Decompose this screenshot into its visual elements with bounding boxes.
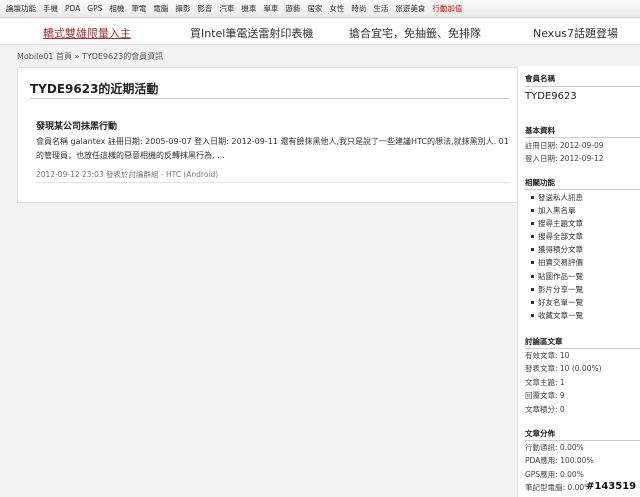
forum-heading: 討論區文章 <box>525 337 563 346</box>
function-link[interactable]: 收藏文章一覽 <box>525 309 583 322</box>
nav-item[interactable]: 居家 <box>307 3 322 14</box>
divider <box>525 86 640 87</box>
forum-stats: 有效文章: 10 發表文章: 10 (0.00%) 文章主題: 1 回覆文章: 9 文章… <box>525 349 602 416</box>
function-link[interactable]: 加入黑名單 <box>525 204 583 217</box>
nav-item[interactable]: 機車 <box>241 3 256 14</box>
functions-list: 發送私人訊息 加入黑名單 搜尋主題文章 搜尋全部文章 獲得積分文章 拍賣交易評價 貼圖作品一… <box>525 191 583 322</box>
function-link[interactable]: 發送私人訊息 <box>525 191 583 204</box>
post-excerpt: 會員名稱 galantex 註冊日期: 2005-09-07 登入日期: 201… <box>36 137 509 160</box>
nav-item[interactable]: 論壇功能 <box>6 3 36 14</box>
divider <box>525 189 640 190</box>
promo-link-4[interactable]: Nexus7話題登場 <box>533 25 618 41</box>
distribution-stats: 行動通訊: 0.00% PDA應用: 100.00% GPS應用: 0.00% 筆記型… <box>525 441 594 495</box>
member-section: 會員名稱 <box>525 73 555 84</box>
nav-item[interactable]: 筆電 <box>131 3 146 14</box>
promo-link-2[interactable]: 買Intel筆電送雷射印表機 <box>190 25 313 41</box>
distribution-stat: 行動通訊: 0.00% <box>525 443 584 452</box>
title-divider <box>30 98 510 99</box>
page-title: TYDE9623的近期活動 <box>30 82 159 96</box>
top-nav: 論壇功能 手機 PDA GPS 相機 筆電 電腦 攝影 影音 汽車 機車 單車 遊藝 居家 女性 時尚 生活 旅遊… <box>0 0 640 18</box>
promo-link-1[interactable]: 轎式雙雄限量入主 <box>43 25 131 41</box>
divider <box>525 137 640 138</box>
nav-item[interactable]: 電腦 <box>153 3 168 14</box>
distribution-heading: 文章分佈 <box>525 429 555 438</box>
forum-stat: 回覆文章: 9 <box>525 391 565 401</box>
nav-item[interactable]: 汽車 <box>219 3 234 14</box>
distribution-stat: GPS應用: 0.00% <box>525 469 584 479</box>
nav-item[interactable]: 單車 <box>263 3 278 14</box>
nav-item[interactable]: 女性 <box>329 3 344 14</box>
watermark: #143519 <box>586 481 637 492</box>
nav-item[interactable]: 旅遊美食 <box>395 3 425 14</box>
member-name: TYDE9623 <box>525 91 577 102</box>
promo-link-3[interactable]: 搶合宜宅，免抽籤、免排隊 <box>349 25 481 41</box>
function-link[interactable]: 獲得積分文章 <box>525 243 583 256</box>
promo-bar: 轎式雙雄限量入主 買Intel筆電送雷射印表機 搶合宜宅，免抽籤、免排隊 Nex… <box>0 19 640 45</box>
forum-stat: 文章主題: 1 <box>525 377 565 387</box>
basic-heading: 基本資料 <box>525 126 555 135</box>
nav-item[interactable]: PDA <box>65 4 80 13</box>
nav-item[interactable]: GPS <box>87 4 102 13</box>
nav-item[interactable]: 手機 <box>43 3 58 14</box>
breadcrumb[interactable]: Mobile01 首頁 » TYDE9623的會員資訊 <box>17 51 163 62</box>
forum-stat: 有效文章: 10 <box>525 351 570 360</box>
function-link[interactable]: 搜尋主題文章 <box>525 217 583 230</box>
member-sidebar: 會員名稱 TYDE9623 基本資料 註冊日期: 2012-09-09 登入日期… <box>517 66 640 497</box>
nav-item[interactable]: 遊藝 <box>285 3 300 14</box>
nav-item[interactable]: 相機 <box>109 3 124 14</box>
forum-stat: 文章積分: 0 <box>525 404 565 414</box>
nav-item[interactable]: 影音 <box>197 3 212 14</box>
functions-heading: 相關功能 <box>525 178 555 187</box>
function-link[interactable]: 好友名單一覽 <box>525 296 583 309</box>
distribution-stat: 筆記型電腦: 0.00% <box>525 483 592 493</box>
post-divider <box>36 182 510 183</box>
post-title-link[interactable]: 發現某公司抹黑行動 <box>36 119 117 132</box>
nav-item-hot[interactable]: 行動加值 <box>432 3 462 14</box>
function-link[interactable]: 影片分享一覽 <box>525 283 583 296</box>
nav-item[interactable]: 生活 <box>373 3 388 14</box>
member-heading: 會員名稱 <box>525 74 555 83</box>
nav-item[interactable]: 攝影 <box>175 3 190 14</box>
post-meta: 2012-09-12 23:03 發表於討論群組 - HTC (Android) <box>36 170 219 179</box>
nav-item[interactable]: 時尚 <box>351 3 366 14</box>
register-date: 註冊日期: 2012-09-09 <box>525 141 604 150</box>
function-link[interactable]: 貼圖作品一覽 <box>525 270 583 283</box>
function-link[interactable]: 搜尋全部文章 <box>525 230 583 243</box>
login-date: 登入日期: 2012-09-12 <box>525 154 604 164</box>
activity-card: TYDE9623的近期活動 發現某公司抹黑行動 會員名稱 galantex 註冊… <box>17 67 521 203</box>
forum-stat: 發表文章: 10 (0.00%) <box>525 364 602 374</box>
distribution-stat: PDA應用: 100.00% <box>525 456 594 466</box>
function-link[interactable]: 拍賣交易評價 <box>525 256 583 269</box>
